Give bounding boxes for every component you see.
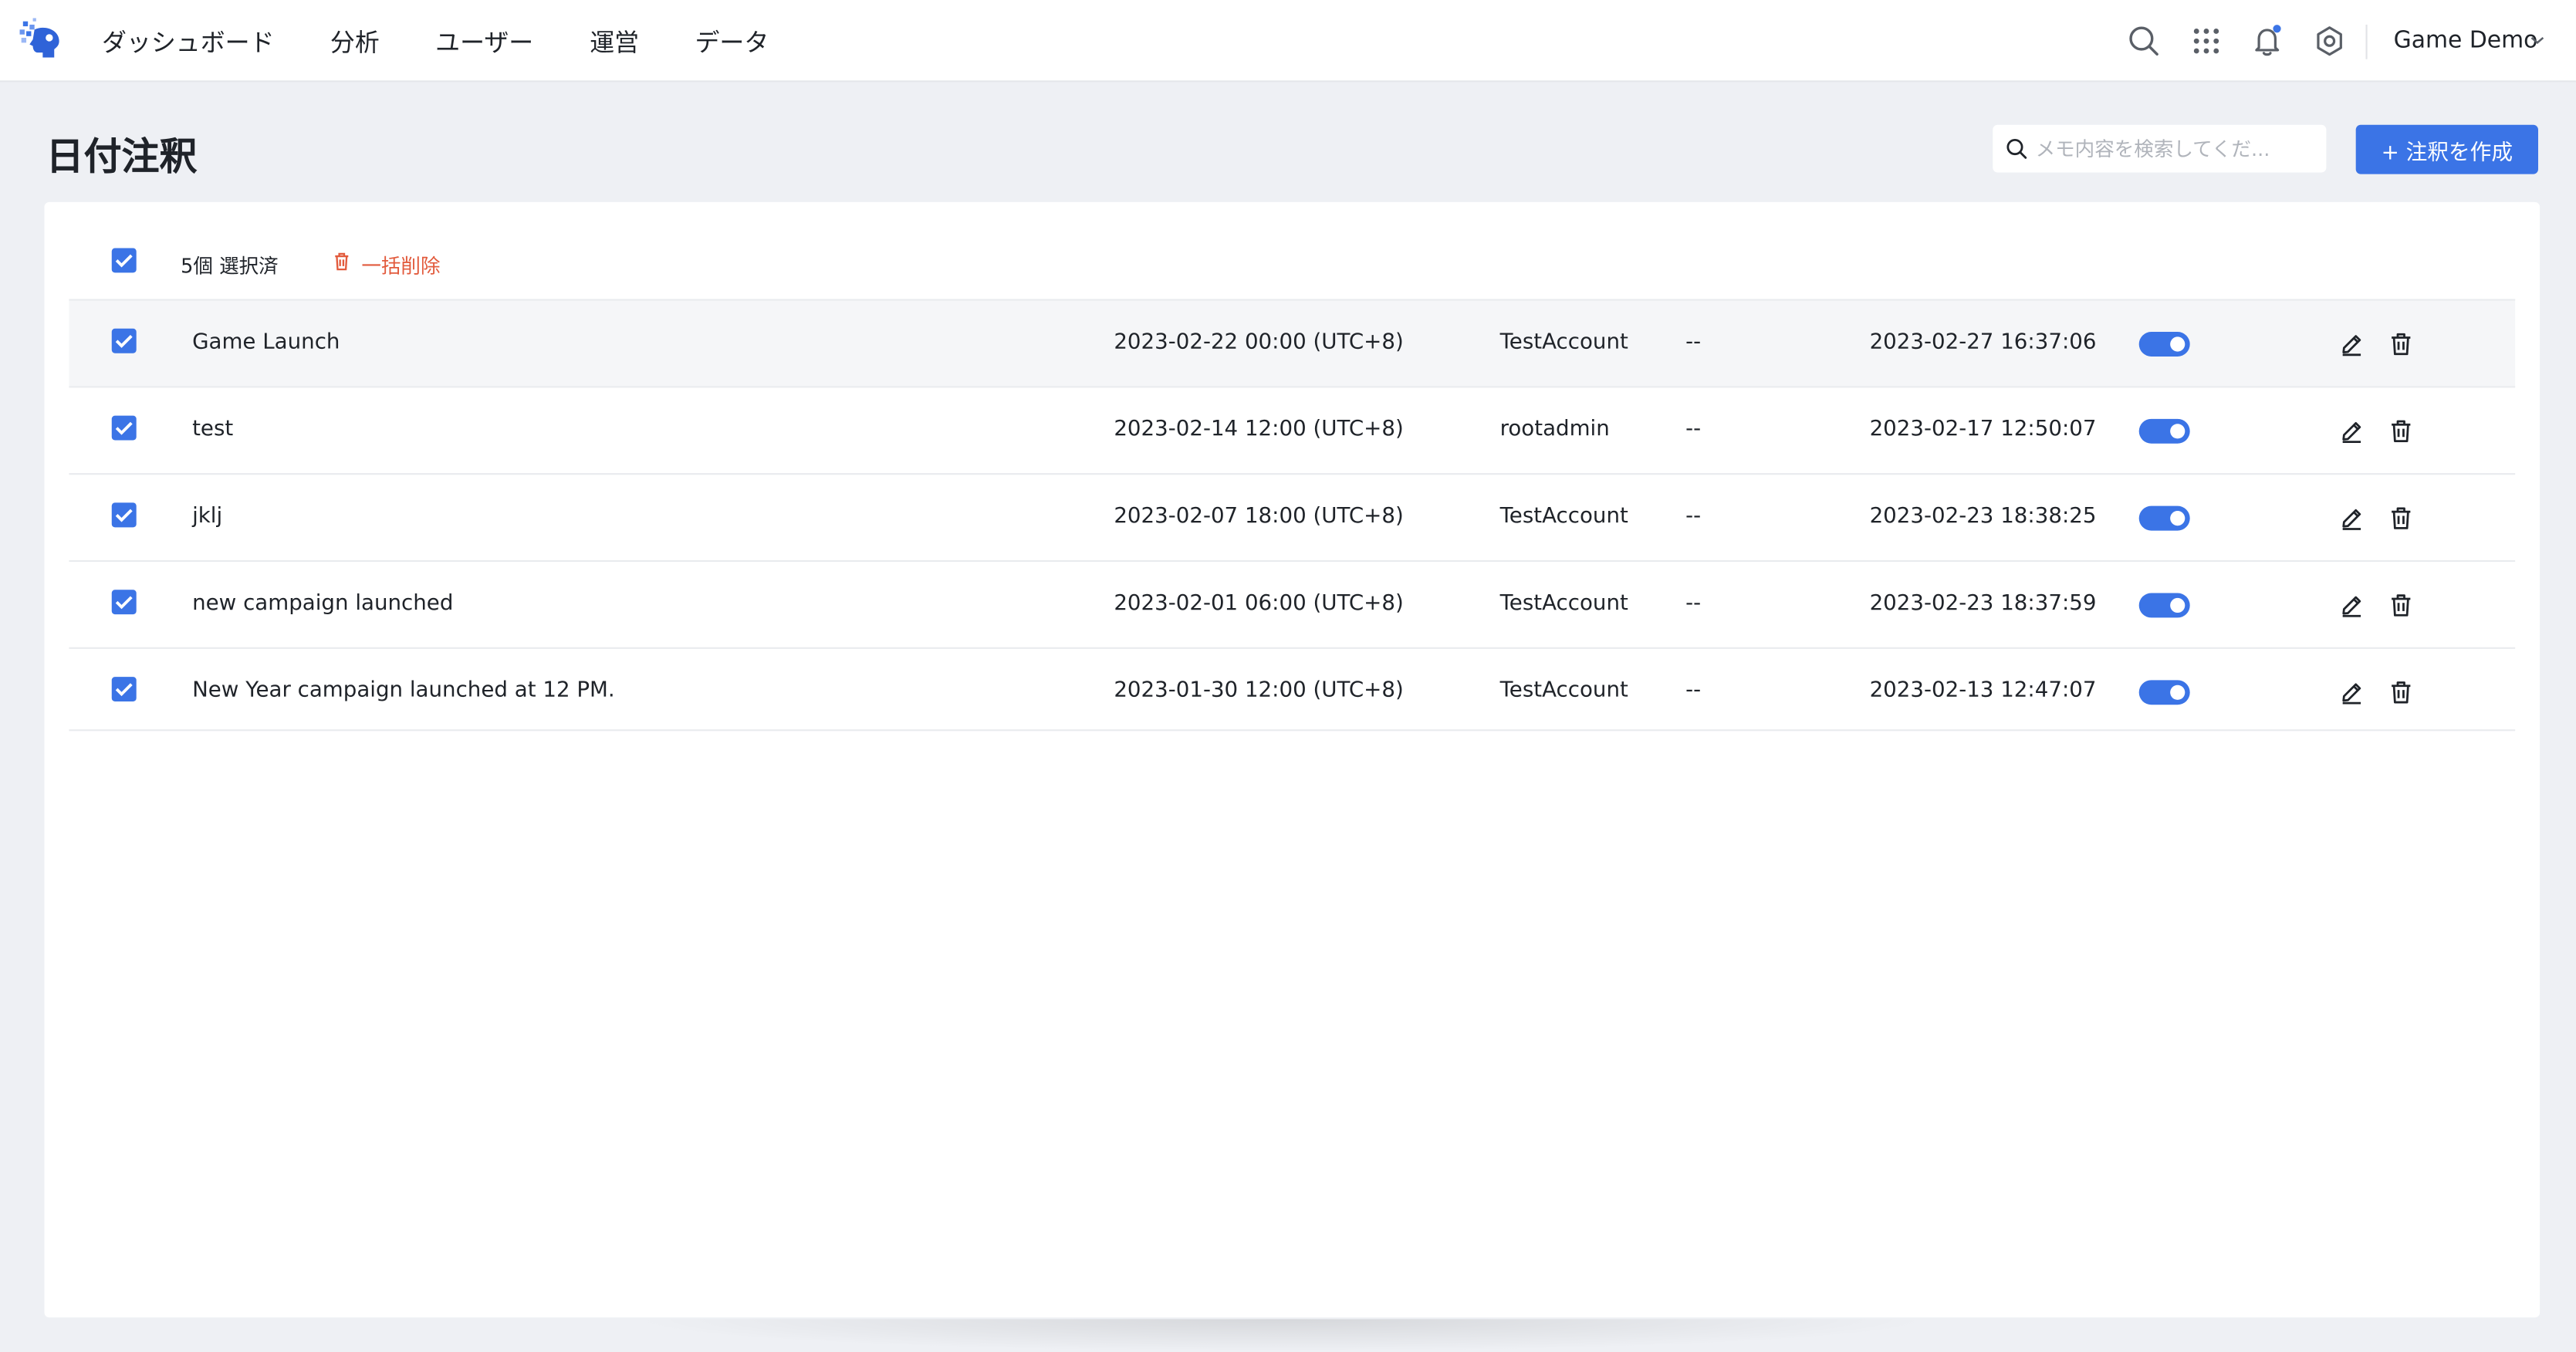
table-row[interactable]: jklj 2023-02-07 18:00 (UTC+8) TestAccount -…	[69, 473, 2516, 560]
settings-icon[interactable]	[2313, 25, 2346, 58]
annotation-date: 2023-02-22 00:00 (UTC+8)	[1114, 330, 1404, 355]
table-row[interactable]: New Year campaign launched at 12 PM. 2023…	[69, 647, 2516, 735]
toolbar-divider	[2365, 24, 2368, 59]
check-icon	[115, 334, 133, 348]
search-box[interactable]	[1993, 124, 2327, 173]
enabled-toggle[interactable]	[2138, 505, 2190, 531]
annotation-updated-at: 2023-02-17 12:50:07	[1869, 417, 2097, 442]
nav-item-analysis[interactable]: 分析	[330, 25, 380, 59]
annotation-title: new campaign launched	[192, 591, 454, 617]
page-title: 日付注釈	[46, 136, 198, 180]
bell-icon[interactable]	[2250, 25, 2284, 58]
brand-logo-icon[interactable]	[18, 18, 64, 64]
annotation-title: New Year campaign launched at 12 PM.	[192, 678, 615, 704]
row-checkbox[interactable]	[111, 502, 137, 528]
annotation-creator: TestAccount	[1499, 504, 1628, 529]
annotation-date: 2023-02-07 18:00 (UTC+8)	[1114, 504, 1404, 529]
search-icon	[2006, 138, 2027, 159]
check-icon	[115, 683, 133, 697]
nav-item-data[interactable]: データ	[695, 25, 769, 59]
trash-icon[interactable]	[2388, 506, 2413, 531]
select-all-checkbox[interactable]	[111, 248, 137, 273]
row-checkbox[interactable]	[111, 677, 137, 701]
check-icon	[115, 254, 133, 268]
selected-count: 5個 選択済	[181, 254, 279, 278]
top-nav-bar: ダッシュボード 分析 ユーザー 運営 データ Game Demo	[0, 0, 2576, 83]
edit-icon[interactable]	[2339, 332, 2364, 357]
row-checkbox[interactable]	[111, 590, 137, 615]
trash-icon[interactable]	[2388, 680, 2413, 705]
annotation-creator: TestAccount	[1499, 678, 1628, 704]
annotation-note: --	[1685, 417, 1702, 442]
annotation-date: 2023-01-30 12:00 (UTC+8)	[1114, 678, 1404, 704]
edit-icon[interactable]	[2339, 680, 2364, 705]
annotation-title: test	[192, 417, 234, 442]
edit-icon[interactable]	[2339, 593, 2364, 617]
annotation-updated-at: 2023-02-27 16:37:06	[1869, 330, 2097, 355]
notification-dot	[2273, 25, 2281, 33]
search-icon[interactable]	[2128, 25, 2161, 58]
annotation-updated-at: 2023-02-23 18:38:25	[1869, 504, 2097, 529]
annotation-updated-at: 2023-02-13 12:47:07	[1869, 678, 2097, 704]
annotation-creator: TestAccount	[1499, 330, 1628, 355]
project-selector[interactable]: Game Demo	[2394, 28, 2538, 54]
edit-icon[interactable]	[2339, 419, 2364, 444]
table-row[interactable]: Game Launch 2023-02-22 00:00 (UTC+8) TestA…	[69, 299, 2516, 387]
trash-icon[interactable]	[2388, 419, 2413, 444]
bulk-delete-label: 一括削除	[361, 254, 441, 278]
annotation-note: --	[1685, 504, 1702, 529]
table-row[interactable]: new campaign launched 2023-02-01 06:00 (U…	[69, 559, 2516, 647]
scroll-shadow	[624, 1319, 1939, 1352]
table-bottom-border	[69, 729, 2516, 732]
nav-item-users[interactable]: ユーザー	[435, 25, 533, 59]
annotation-date: 2023-02-01 06:00 (UTC+8)	[1114, 591, 1404, 617]
enabled-toggle[interactable]	[2138, 593, 2190, 618]
annotation-creator: rootadmin	[1499, 417, 1610, 442]
nav-item-dashboard[interactable]: ダッシュボード	[102, 25, 275, 59]
annotation-updated-at: 2023-02-23 18:37:59	[1869, 591, 2097, 617]
annotation-title: jklj	[192, 504, 223, 529]
enabled-toggle[interactable]	[2138, 418, 2190, 444]
nav-item-operations[interactable]: 運営	[590, 25, 639, 59]
annotation-note: --	[1685, 330, 1702, 355]
annotations-card: 5個 選択済 一括削除 Game Launch 2023-02-22 00:00 …	[44, 201, 2541, 1318]
annotation-date: 2023-02-14 12:00 (UTC+8)	[1114, 417, 1404, 442]
check-icon	[115, 509, 133, 522]
search-input[interactable]	[2035, 130, 2315, 168]
annotation-creator: TestAccount	[1499, 591, 1628, 617]
app-window: ダッシュボード 分析 ユーザー 運営 データ Game Demo 日付注釈 メモ…	[0, 0, 2576, 1352]
apps-grid-icon[interactable]	[2190, 25, 2223, 58]
enabled-toggle[interactable]	[2138, 332, 2190, 357]
annotation-note: --	[1685, 678, 1702, 704]
chevron-down-icon[interactable]	[2530, 35, 2544, 46]
row-checkbox[interactable]	[111, 328, 137, 353]
check-icon	[115, 421, 133, 435]
table-row[interactable]: test 2023-02-14 12:00 (UTC+8) rootadmin -- 2…	[69, 386, 2516, 473]
trash-icon[interactable]	[2388, 332, 2413, 357]
trash-icon	[335, 252, 349, 271]
annotation-note: --	[1685, 591, 1702, 617]
annotation-title: Game Launch	[192, 330, 340, 355]
check-icon	[115, 596, 133, 610]
enabled-toggle[interactable]	[2138, 680, 2190, 705]
create-annotation-button[interactable]: + 注釈を作成	[2355, 124, 2538, 174]
edit-icon[interactable]	[2339, 506, 2364, 531]
row-checkbox[interactable]	[111, 415, 137, 441]
trash-icon[interactable]	[2388, 593, 2413, 617]
